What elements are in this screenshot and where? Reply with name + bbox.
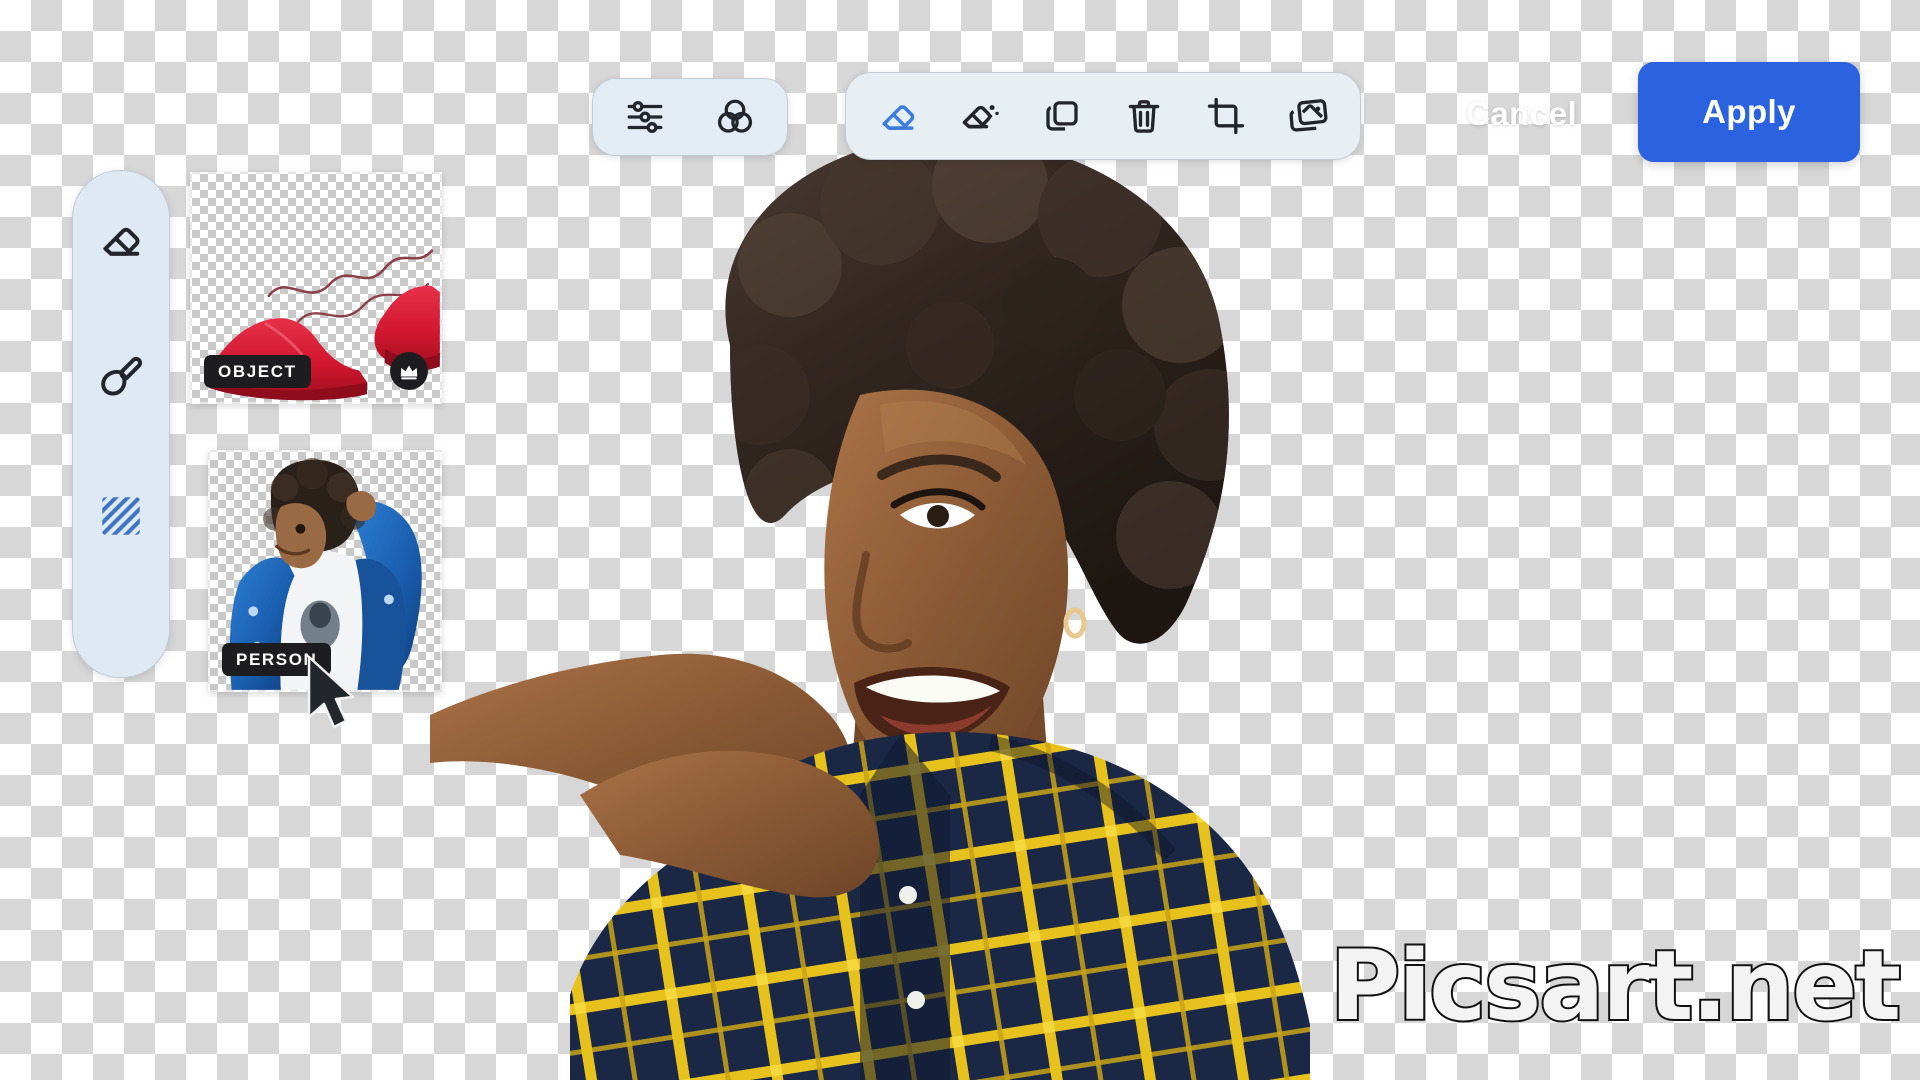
sliders-icon[interactable] xyxy=(619,91,671,143)
picsart-watermark: Picsart.net xyxy=(1328,928,1903,1044)
segment-card-person[interactable]: PERSON xyxy=(208,450,442,692)
segment-label-person: PERSON xyxy=(222,643,332,676)
editor-canvas: Cancel Apply OBJECT PERSON Picsart.net xyxy=(0,0,1920,1080)
image-stack-icon[interactable] xyxy=(1282,90,1334,142)
segment-label-object: OBJECT xyxy=(204,355,311,388)
magic-eraser-icon[interactable] xyxy=(954,90,1006,142)
color-circles-icon[interactable] xyxy=(709,91,761,143)
apply-button[interactable]: Apply xyxy=(1638,62,1860,162)
subject-image xyxy=(430,136,1310,1080)
adjust-toolbar xyxy=(592,78,788,156)
brush-icon[interactable] xyxy=(90,347,152,409)
crop-icon[interactable] xyxy=(1200,90,1252,142)
cancel-button[interactable]: Cancel xyxy=(1452,78,1591,150)
crown-icon xyxy=(390,352,428,390)
eraser-icon[interactable] xyxy=(872,90,924,142)
stripes-pattern-icon[interactable] xyxy=(90,485,152,547)
brush-tool-rail xyxy=(72,170,170,678)
duplicate-icon[interactable] xyxy=(1036,90,1088,142)
segment-card-object[interactable]: OBJECT xyxy=(190,172,442,404)
trash-icon[interactable] xyxy=(1118,90,1170,142)
edit-toolbar xyxy=(845,72,1361,160)
eraser-icon[interactable] xyxy=(90,209,152,271)
